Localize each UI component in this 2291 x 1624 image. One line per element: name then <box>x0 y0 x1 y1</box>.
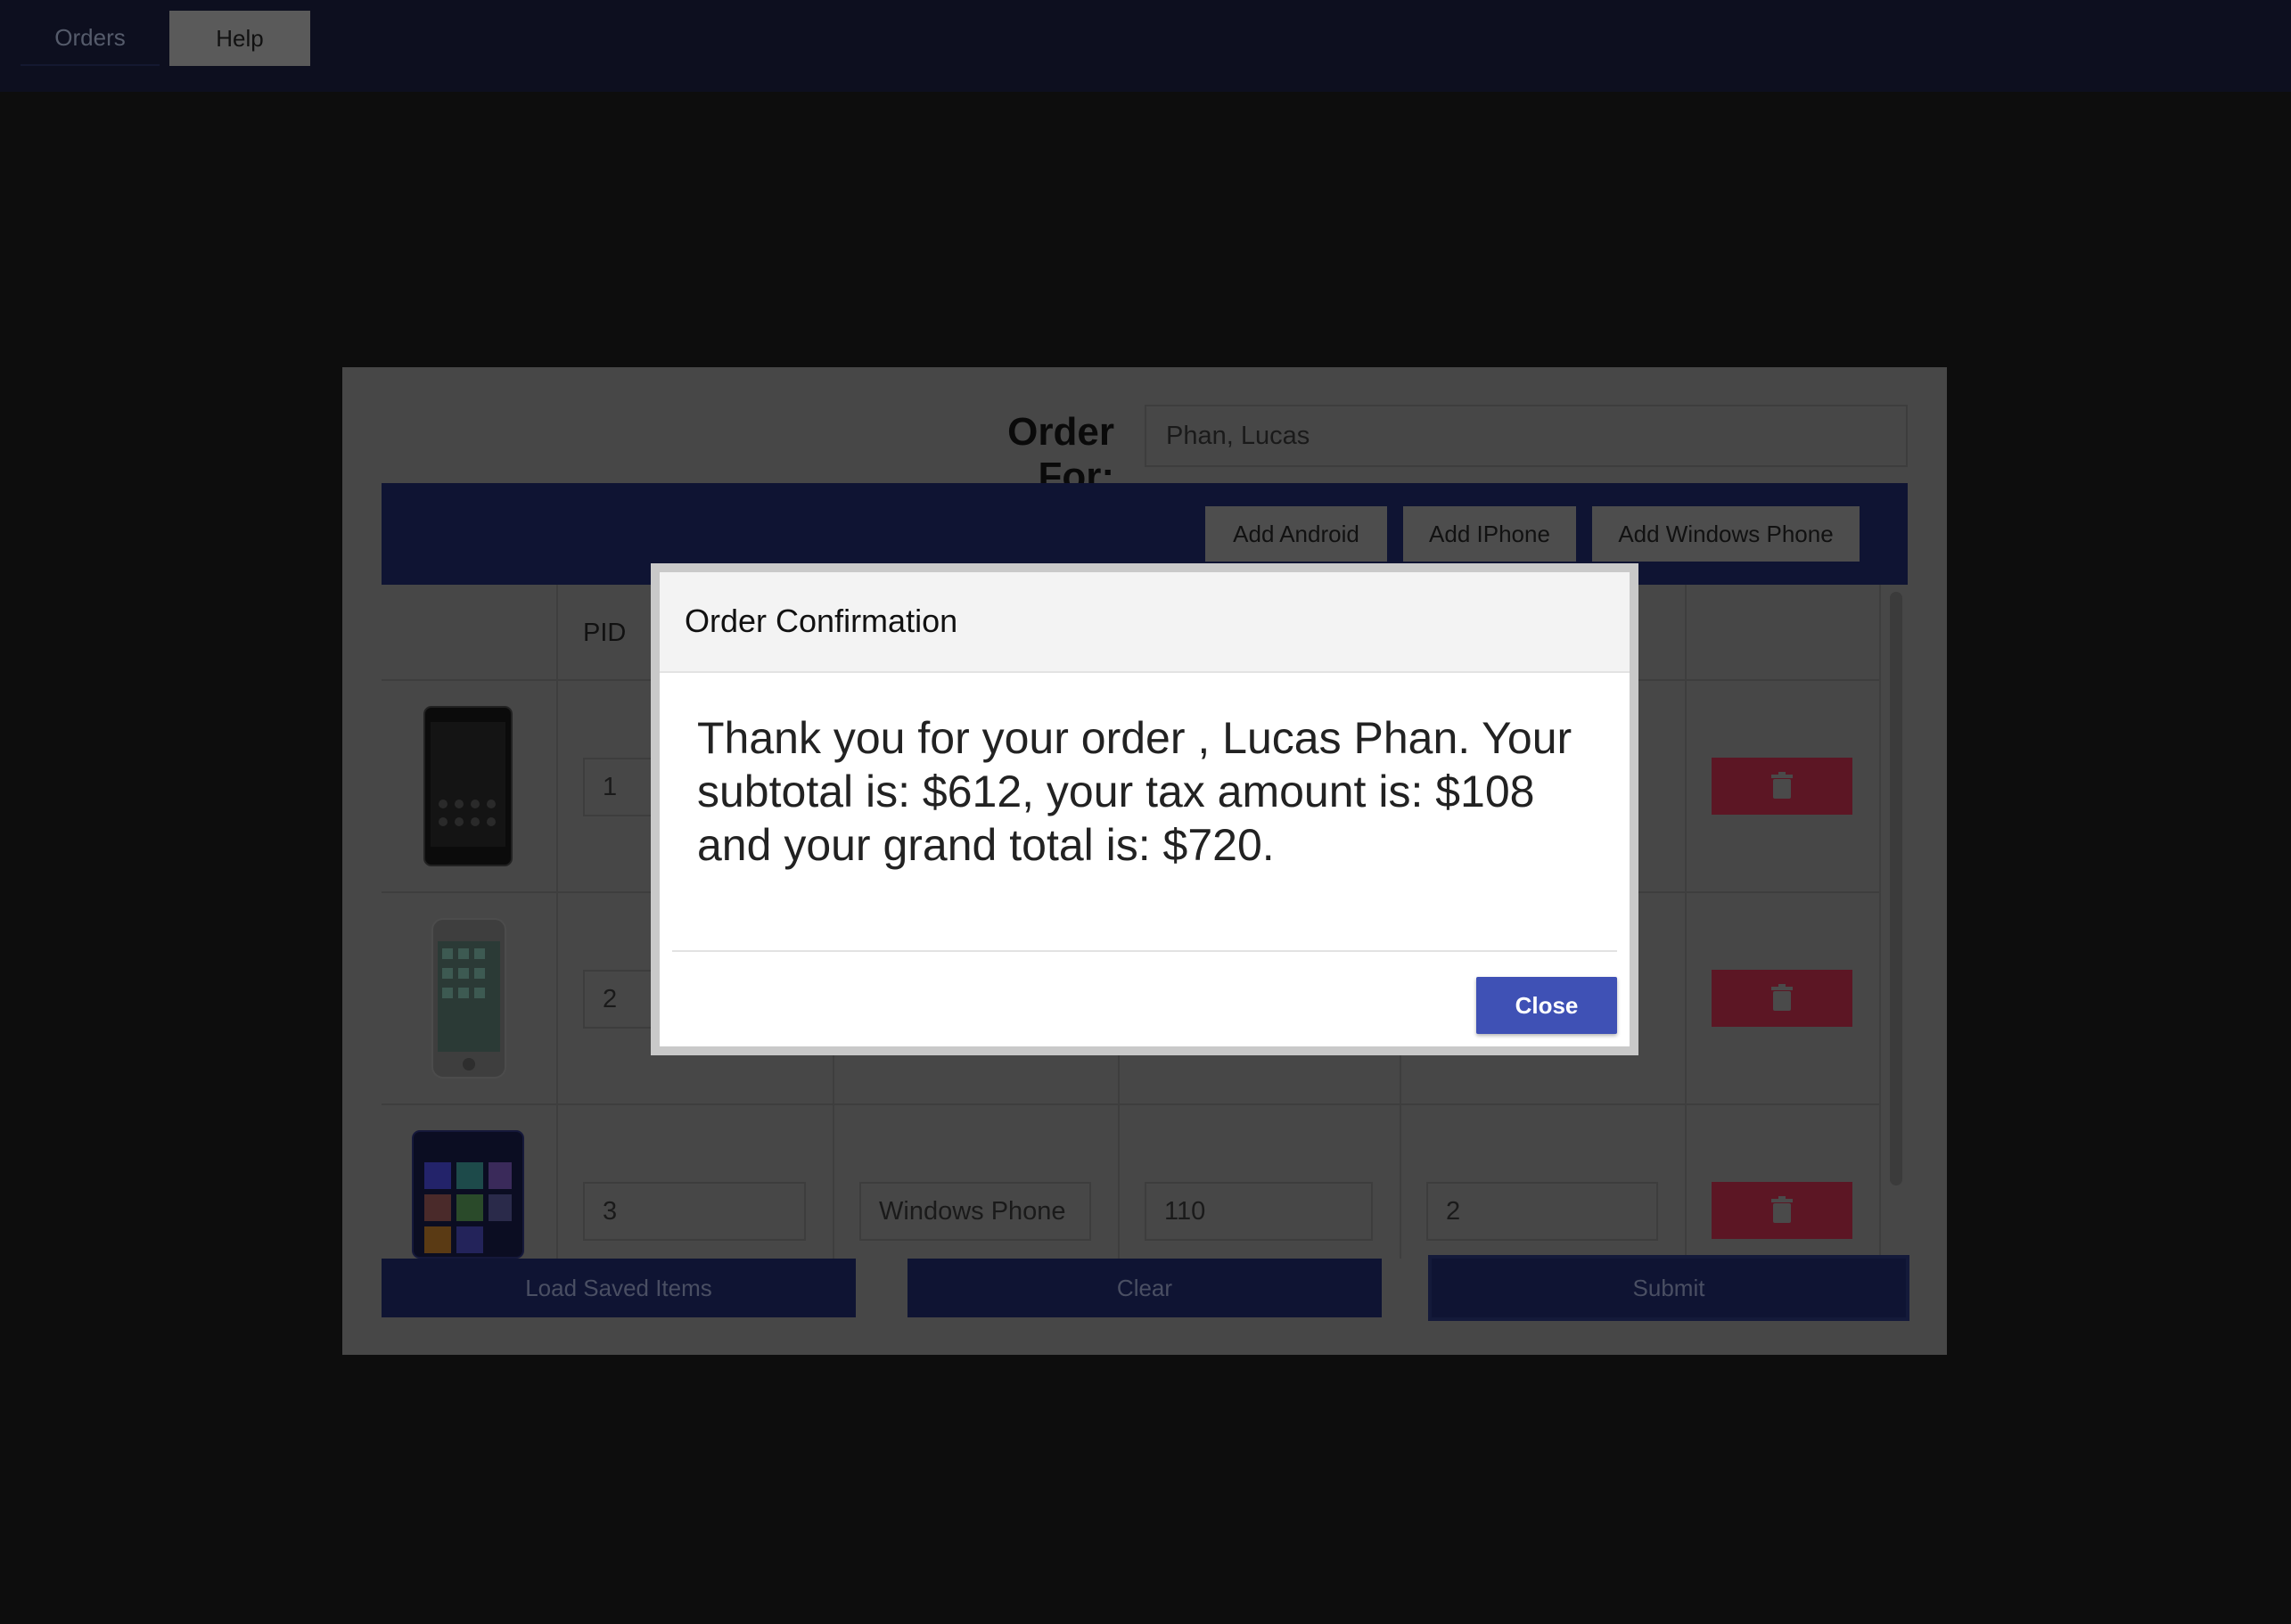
customer-name-field[interactable]: Phan, Lucas <box>1145 405 1908 467</box>
nav-tab-orders[interactable]: Orders <box>21 11 160 66</box>
grid-divider <box>382 1103 1881 1105</box>
grid-divider <box>1879 585 1881 1259</box>
add-android-button[interactable]: Add Android <box>1205 506 1387 562</box>
column-header-pid: PID <box>583 619 627 647</box>
nav-tab-help[interactable]: Help <box>169 11 310 66</box>
product-name-field[interactable]: Windows Phone <box>859 1182 1091 1241</box>
delete-row-button[interactable] <box>1712 1182 1852 1239</box>
grid-divider <box>556 585 558 1259</box>
windows-phone-icon <box>412 1130 524 1263</box>
trash-icon <box>1771 983 1793 1013</box>
price-field[interactable]: 110 <box>1145 1182 1373 1241</box>
modal-title: Order Confirmation <box>685 603 958 639</box>
add-windows-phone-button[interactable]: Add Windows Phone <box>1592 506 1860 562</box>
grid-divider <box>1685 585 1687 1259</box>
confirmation-message: Thank you for your order , Lucas Phan. Y… <box>697 713 1572 870</box>
quantity-field[interactable]: 2 <box>1426 1182 1658 1241</box>
top-navbar: Orders Help <box>0 0 2291 92</box>
load-saved-items-button[interactable]: Load Saved Items <box>382 1259 856 1317</box>
submit-button[interactable]: Submit <box>1432 1259 1906 1317</box>
delete-row-button[interactable] <box>1712 758 1852 815</box>
iphone-icon <box>431 918 506 1083</box>
delete-row-button[interactable] <box>1712 970 1852 1027</box>
modal-divider <box>672 950 1617 952</box>
close-button[interactable]: Close <box>1476 977 1617 1034</box>
clear-button[interactable]: Clear <box>907 1259 1382 1317</box>
android-phone-icon <box>423 706 513 871</box>
pid-field[interactable]: 3 <box>583 1182 806 1241</box>
grid-scrollbar[interactable] <box>1890 592 1902 1185</box>
trash-icon <box>1771 1195 1793 1226</box>
add-iphone-button[interactable]: Add IPhone <box>1403 506 1576 562</box>
trash-icon <box>1771 771 1793 801</box>
